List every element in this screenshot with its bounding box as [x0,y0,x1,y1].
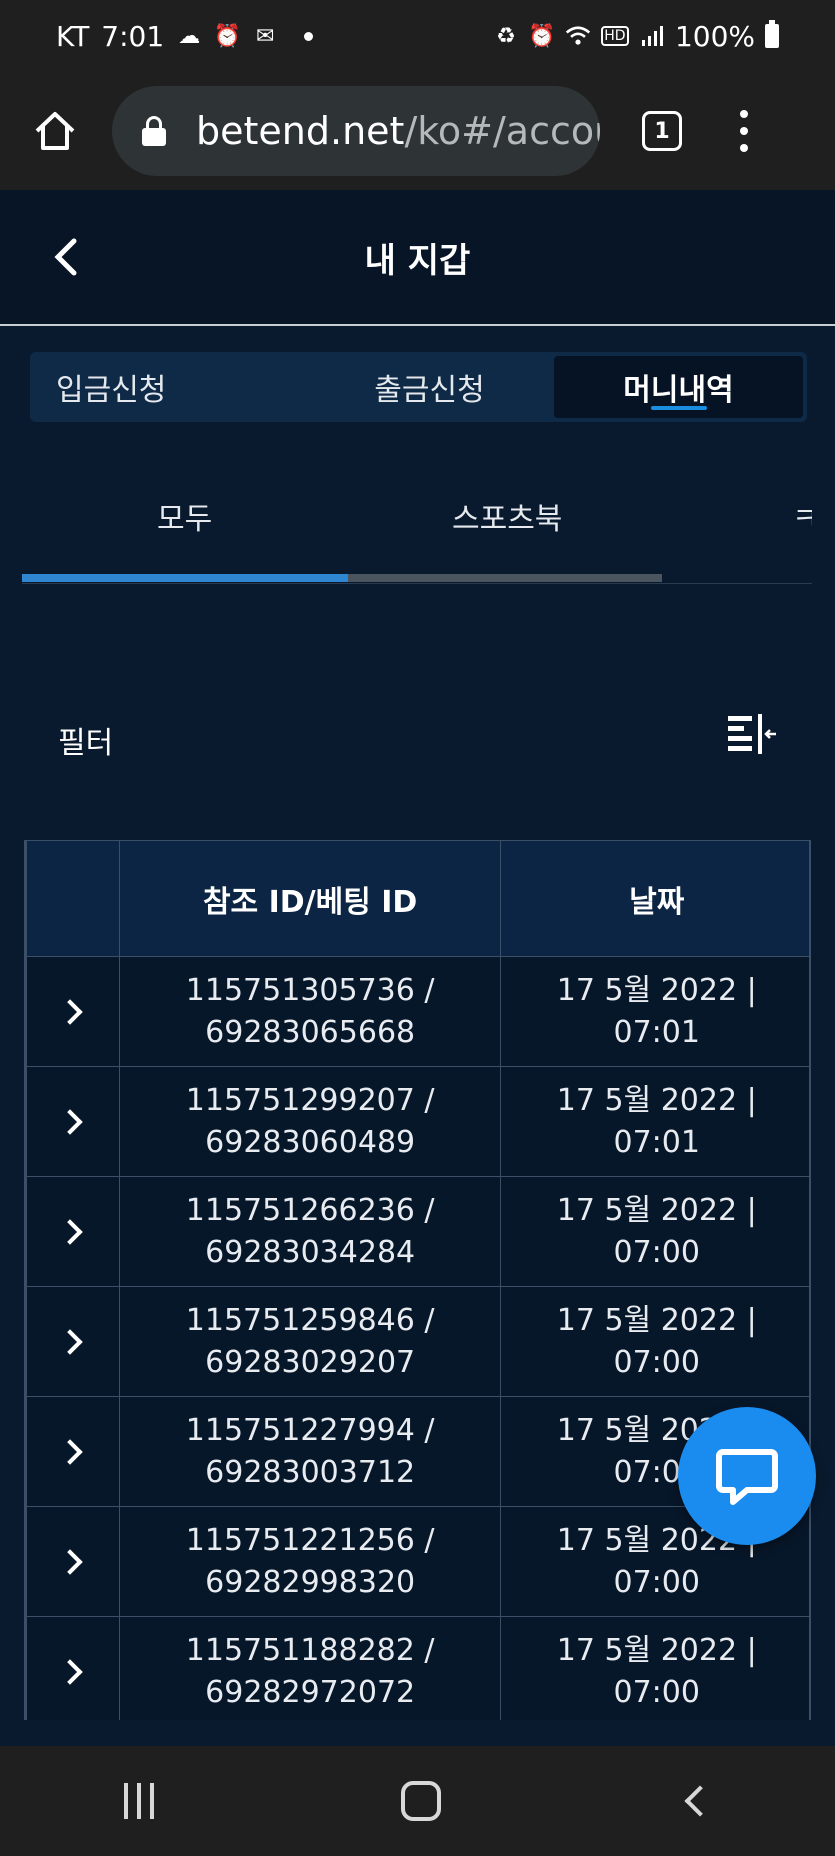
tab-money-history[interactable]: 머니내역 [554,356,803,418]
tab-deposit[interactable]: 입금신청 [34,356,305,418]
hd-icon: HD [600,26,629,46]
table-row[interactable]: 115751299207 /69283060489 17 5월 2022 | 07… [26,1066,809,1177]
table-row[interactable]: 115751188282 /69282972072 17 5월 2022 | 07… [26,1616,809,1720]
subtab-sportsbook[interactable]: 스포츠북 [452,494,562,538]
home-icon [35,112,75,150]
expand-button[interactable] [26,1396,120,1507]
date-cell: 17 5월 2022 | 07:01 [500,956,809,1067]
transactions-table: 참조 ID/베팅 ID 날짜 115751305736 /69283065668… [24,840,811,1720]
date-cell: 17 5월 2022 | 07:01 [500,1066,809,1177]
expand-button[interactable] [26,956,120,1067]
battery-percent: 100% [674,19,755,53]
page-title: 내 지갑 [364,240,471,281]
cloud-icon: ☁ [178,23,201,49]
wifi-icon [565,23,591,49]
url-text: betend.net/ko#/accou [196,109,600,153]
home-button[interactable] [24,100,86,162]
filter-label: 필터 [58,726,114,761]
history-sub-tabs: 모두 스포츠북 ㅋ [22,480,812,584]
reference-cell: 115751227994 /69283003712 [118,1396,502,1507]
expand-button[interactable] [26,1506,120,1617]
expand-button[interactable] [26,1286,120,1397]
carrier-label: KT [56,19,90,53]
lock-icon [142,116,166,146]
subtab-all[interactable]: 모두 [157,494,212,538]
chevron-right-icon [57,1438,83,1465]
reference-cell: 115751221256 /69282998320 [118,1506,502,1617]
back-button[interactable] [46,234,86,280]
dot-icon [740,110,748,118]
chat-bubble-icon [716,1449,778,1505]
chevron-right-icon [57,1218,83,1245]
header-date: 날짜 [500,840,809,957]
table-row[interactable]: 115751259846 /69283029207 17 5월 2022 | 07… [26,1286,809,1397]
reference-cell: 115751259846 /69283029207 [118,1286,502,1397]
recents-icon [123,1783,128,1819]
reference-cell: 115751299207 /69283060489 [118,1066,502,1177]
chevron-right-icon [57,1108,83,1135]
chevron-right-icon [57,1548,83,1575]
filter-toggle-button[interactable] [726,712,778,756]
battery-icon [765,20,779,48]
tab-switcher-button[interactable]: 1 [642,111,682,151]
header-reference-id: 참조 ID/베팅 ID [118,840,502,957]
date-cell: 17 5월 2022 | 07:00 [500,1616,809,1720]
live-chat-button[interactable] [678,1407,816,1545]
tab-withdraw[interactable]: 출금신청 [305,356,554,418]
date-cell: 17 5월 2022 | 07:00 [500,1286,809,1397]
dot-icon [740,144,748,152]
alarm-icon: ⏰ [213,23,241,49]
system-home-button[interactable] [401,1781,442,1821]
date-cell: 17 5월 2022 | 07:00 [500,1176,809,1287]
header-expand [26,840,120,957]
table-row[interactable]: 115751305736 /69283065668 17 5월 2022 | 07… [26,956,809,1067]
active-tab-indicator [650,406,707,410]
reference-cell: 115751305736 /69283065668 [118,956,502,1067]
mail-icon: ✉ [255,23,275,49]
table-row[interactable]: 115751266236 /69283034284 17 5월 2022 | 07… [26,1176,809,1287]
subtab-casino[interactable]: ㅋ [792,494,812,538]
subtab-scroll-indicator [22,574,348,582]
reference-cell: 115751188282 /69282972072 [118,1616,502,1720]
chevron-right-icon [57,1328,83,1355]
expand-button[interactable] [26,1066,120,1177]
chevron-right-icon [57,998,83,1025]
status-bar: KT 7:01 ☁ ⏰ ✉ ♻ ⏰ HD 100% [0,0,835,72]
browser-toolbar: betend.net/ko#/accou 1 [0,72,835,190]
alarm-icon: ⏰ [528,23,556,49]
filter-collapse-icon [728,714,776,754]
address-bar[interactable]: betend.net/ko#/accou [112,86,600,176]
expand-button[interactable] [26,1176,120,1287]
system-back-button[interactable] [684,1785,716,1817]
recent-apps-button[interactable] [123,1783,154,1819]
notification-dot-icon [304,31,314,41]
signal-icon [639,23,665,49]
chevron-right-icon [57,1658,83,1685]
wallet-tabs: 입금신청 출금신청 머니내역 [30,352,807,422]
clock: 7:01 [101,19,165,53]
dot-icon [740,127,748,135]
more-menu-button[interactable] [740,110,748,152]
recycle-icon: ♻ [496,23,516,49]
table-header-row: 참조 ID/베팅 ID 날짜 [26,840,809,957]
page-header: 내 지갑 [0,190,835,326]
chevron-left-icon [54,238,77,276]
expand-button[interactable] [26,1616,120,1720]
system-nav-bar [0,1746,835,1856]
table-row[interactable]: 115751221256 /69282998320 17 5월 2022 | 07… [26,1506,809,1617]
reference-cell: 115751266236 /69283034284 [118,1176,502,1287]
